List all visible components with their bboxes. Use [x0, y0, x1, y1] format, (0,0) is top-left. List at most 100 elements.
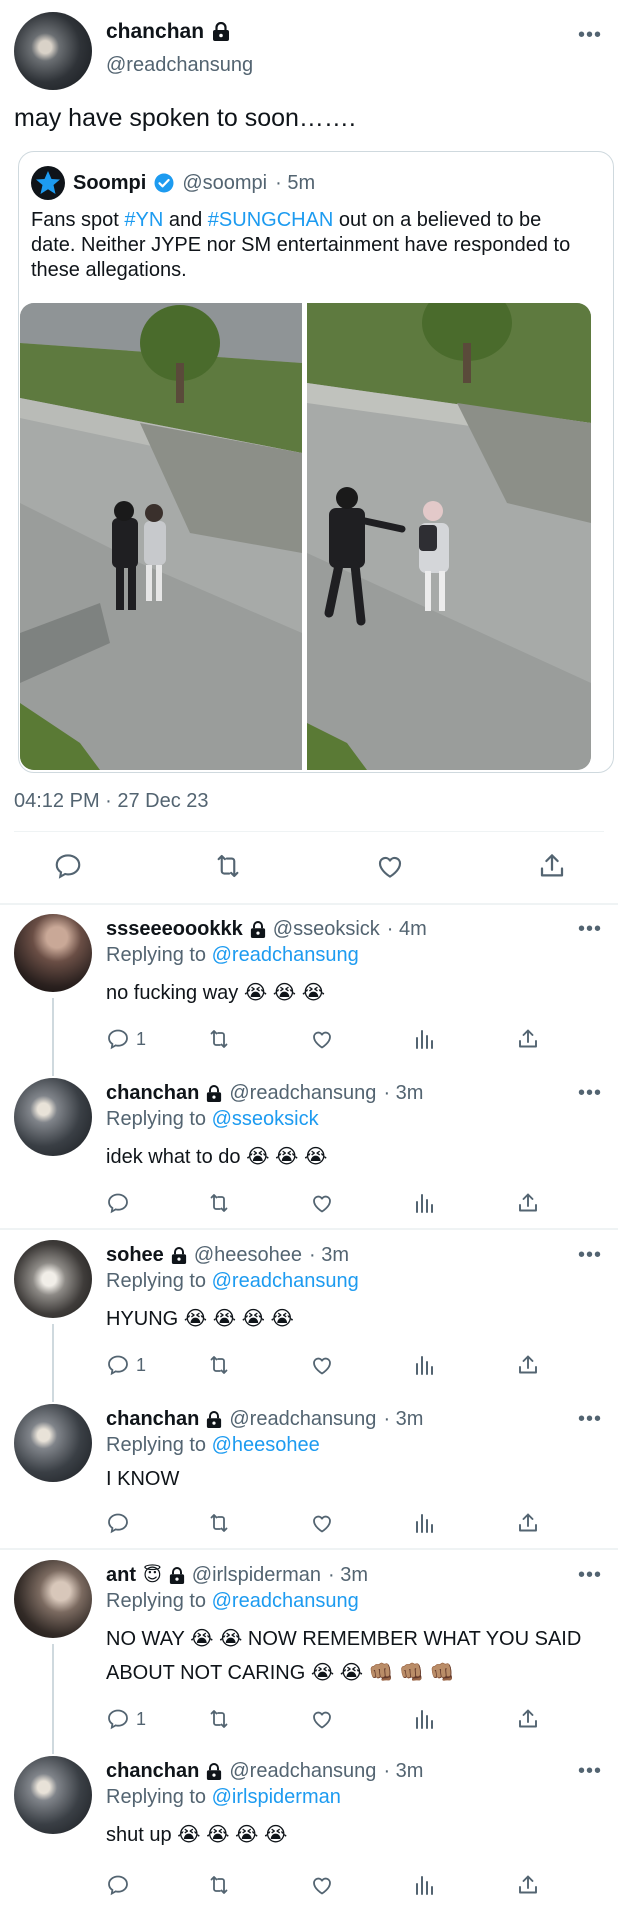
share-icon[interactable] [516, 1508, 540, 1538]
tweet-timestamp[interactable]: 04:12 PM · 27 Dec 23 [14, 790, 209, 813]
reply-author-handle[interactable]: @readchansung [229, 1408, 376, 1431]
quote-photo-left[interactable] [20, 303, 302, 770]
reply-author-handle[interactable]: @irlspiderman [192, 1564, 321, 1587]
reply-tweet[interactable]: chanchan @readchansung · 3m ••• Replying… [0, 1746, 618, 1920]
avatar[interactable] [14, 1756, 92, 1834]
reply-button[interactable]: 1 [106, 1350, 146, 1380]
reply-author-handle[interactable]: @sseoksick [273, 918, 380, 941]
reply-actions [100, 1188, 560, 1218]
quote-text-mid: and [163, 209, 208, 231]
more-icon[interactable]: ••• [578, 1082, 602, 1105]
like-icon[interactable] [310, 1870, 334, 1900]
more-icon[interactable]: ••• [578, 1564, 602, 1587]
reply-icon[interactable] [106, 1188, 130, 1218]
replying-label: Replying to [106, 944, 207, 966]
more-icon[interactable]: ••• [578, 24, 602, 47]
share-icon[interactable] [516, 1188, 540, 1218]
reply-author-name[interactable]: chanchan [106, 1760, 199, 1783]
like-icon[interactable] [310, 1508, 334, 1538]
divider [0, 1548, 618, 1550]
more-icon[interactable]: ••• [578, 1244, 602, 1267]
reply-header: chanchan @readchansung · 3m [106, 1082, 423, 1105]
share-icon[interactable] [516, 1704, 540, 1734]
views-icon[interactable] [414, 1870, 436, 1900]
avatar[interactable] [14, 12, 92, 90]
retweet-icon[interactable] [206, 1870, 232, 1900]
hashtag-link[interactable]: #YN [124, 209, 163, 231]
reply-author-name[interactable]: ant [106, 1564, 136, 1587]
share-icon[interactable] [516, 1350, 540, 1380]
like-icon[interactable] [370, 846, 410, 886]
share-icon[interactable] [516, 1870, 540, 1900]
like-icon[interactable] [310, 1188, 334, 1218]
reply-count: 1 [136, 1028, 147, 1049]
reply-text: NO WAY 😭 😭 NOW REMEMBER WHAT YOU SAID AB… [106, 1622, 606, 1690]
avatar[interactable] [14, 1560, 92, 1638]
views-icon[interactable] [414, 1350, 436, 1380]
hashtag-link[interactable]: #SUNGCHAN [208, 209, 334, 231]
share-icon[interactable] [516, 1024, 540, 1054]
reply-author-handle[interactable]: @readchansung [229, 1760, 376, 1783]
reply-text: idek what to do 😭 😭 😭 [106, 1146, 328, 1168]
reply-button[interactable]: 1 [106, 1024, 146, 1054]
reply-tweet[interactable]: ant 😇 @irlspiderman · 3m ••• Replying to… [0, 1552, 618, 1746]
author-handle[interactable]: @readchansung [106, 54, 253, 77]
avatar[interactable] [14, 1240, 92, 1318]
reply-header: chanchan @readchansung · 3m [106, 1760, 423, 1783]
tweet-text: may have spoken to soon……. [14, 104, 356, 132]
replying-to: Replying to @readchansung [106, 1590, 359, 1613]
reply-author-handle[interactable]: @readchansung [229, 1082, 376, 1105]
quote-header: Soompi @soompi · 5m [31, 166, 315, 200]
retweet-icon[interactable] [206, 1188, 232, 1218]
reply-icon[interactable] [48, 846, 88, 886]
retweet-icon[interactable] [206, 1024, 232, 1054]
like-icon[interactable] [310, 1704, 334, 1734]
share-icon[interactable] [532, 846, 572, 886]
reply-tweet[interactable]: chanchan @readchansung · 3m ••• Replying… [0, 1068, 618, 1228]
reply-time: · 3m [328, 1564, 368, 1586]
reply-author-name[interactable]: sohee [106, 1244, 164, 1267]
reply-tweet[interactable]: chanchan @readchansung · 3m ••• Replying… [0, 1394, 618, 1548]
views-icon[interactable] [414, 1024, 436, 1054]
replying-label: Replying to [106, 1434, 207, 1456]
replying-to-link[interactable]: @readchansung [212, 944, 359, 966]
replying-to: Replying to @readchansung [106, 944, 359, 967]
like-icon[interactable] [310, 1024, 334, 1054]
replying-to-link[interactable]: @readchansung [212, 1590, 359, 1612]
lock-icon [206, 1762, 222, 1781]
replying-to-link[interactable]: @heesohee [212, 1434, 320, 1456]
reply-time: · 3m [383, 1760, 424, 1782]
retweet-icon[interactable] [208, 846, 248, 886]
reply-icon[interactable] [106, 1508, 130, 1538]
avatar[interactable] [14, 1404, 92, 1482]
author-display-name[interactable]: chanchan [106, 20, 204, 44]
replying-to-link[interactable]: @readchansung [212, 1270, 359, 1292]
more-icon[interactable]: ••• [578, 1760, 602, 1783]
retweet-icon[interactable] [206, 1704, 232, 1734]
reply-header: sohee @heesohee · 3m [106, 1244, 349, 1267]
reply-icon[interactable] [106, 1870, 130, 1900]
avatar[interactable] [14, 914, 92, 992]
views-icon[interactable] [414, 1508, 436, 1538]
views-icon[interactable] [414, 1188, 436, 1218]
replying-to-link[interactable]: @irlspiderman [212, 1786, 341, 1808]
reply-author-name[interactable]: chanchan [106, 1408, 199, 1431]
replying-to-link[interactable]: @sseoksick [212, 1108, 319, 1130]
quote-photo-right[interactable] [307, 303, 591, 770]
like-icon[interactable] [310, 1350, 334, 1380]
retweet-icon[interactable] [206, 1508, 232, 1538]
reply-tweet[interactable]: sohee @heesohee · 3m ••• Replying to @re… [0, 1232, 618, 1394]
reply-author-name[interactable]: ssseeeoookkk [106, 918, 243, 941]
avatar[interactable] [14, 1078, 92, 1156]
reply-tweet[interactable]: ssseeeoookkk @sseoksick · 4m ••• Replyin… [0, 906, 618, 1068]
reply-count: 1 [136, 1708, 147, 1729]
reply-author-name[interactable]: chanchan [106, 1082, 199, 1105]
reply-author-handle[interactable]: @heesohee [194, 1244, 302, 1267]
views-icon[interactable] [414, 1704, 436, 1734]
more-icon[interactable]: ••• [578, 918, 602, 941]
quote-tweet[interactable]: Soompi @soompi · 5m Fans spot #YN and #S… [18, 151, 614, 773]
reply-actions: 1 [100, 1024, 560, 1054]
retweet-icon[interactable] [206, 1350, 232, 1380]
more-icon[interactable]: ••• [578, 1408, 602, 1431]
reply-button[interactable]: 1 [106, 1704, 146, 1734]
